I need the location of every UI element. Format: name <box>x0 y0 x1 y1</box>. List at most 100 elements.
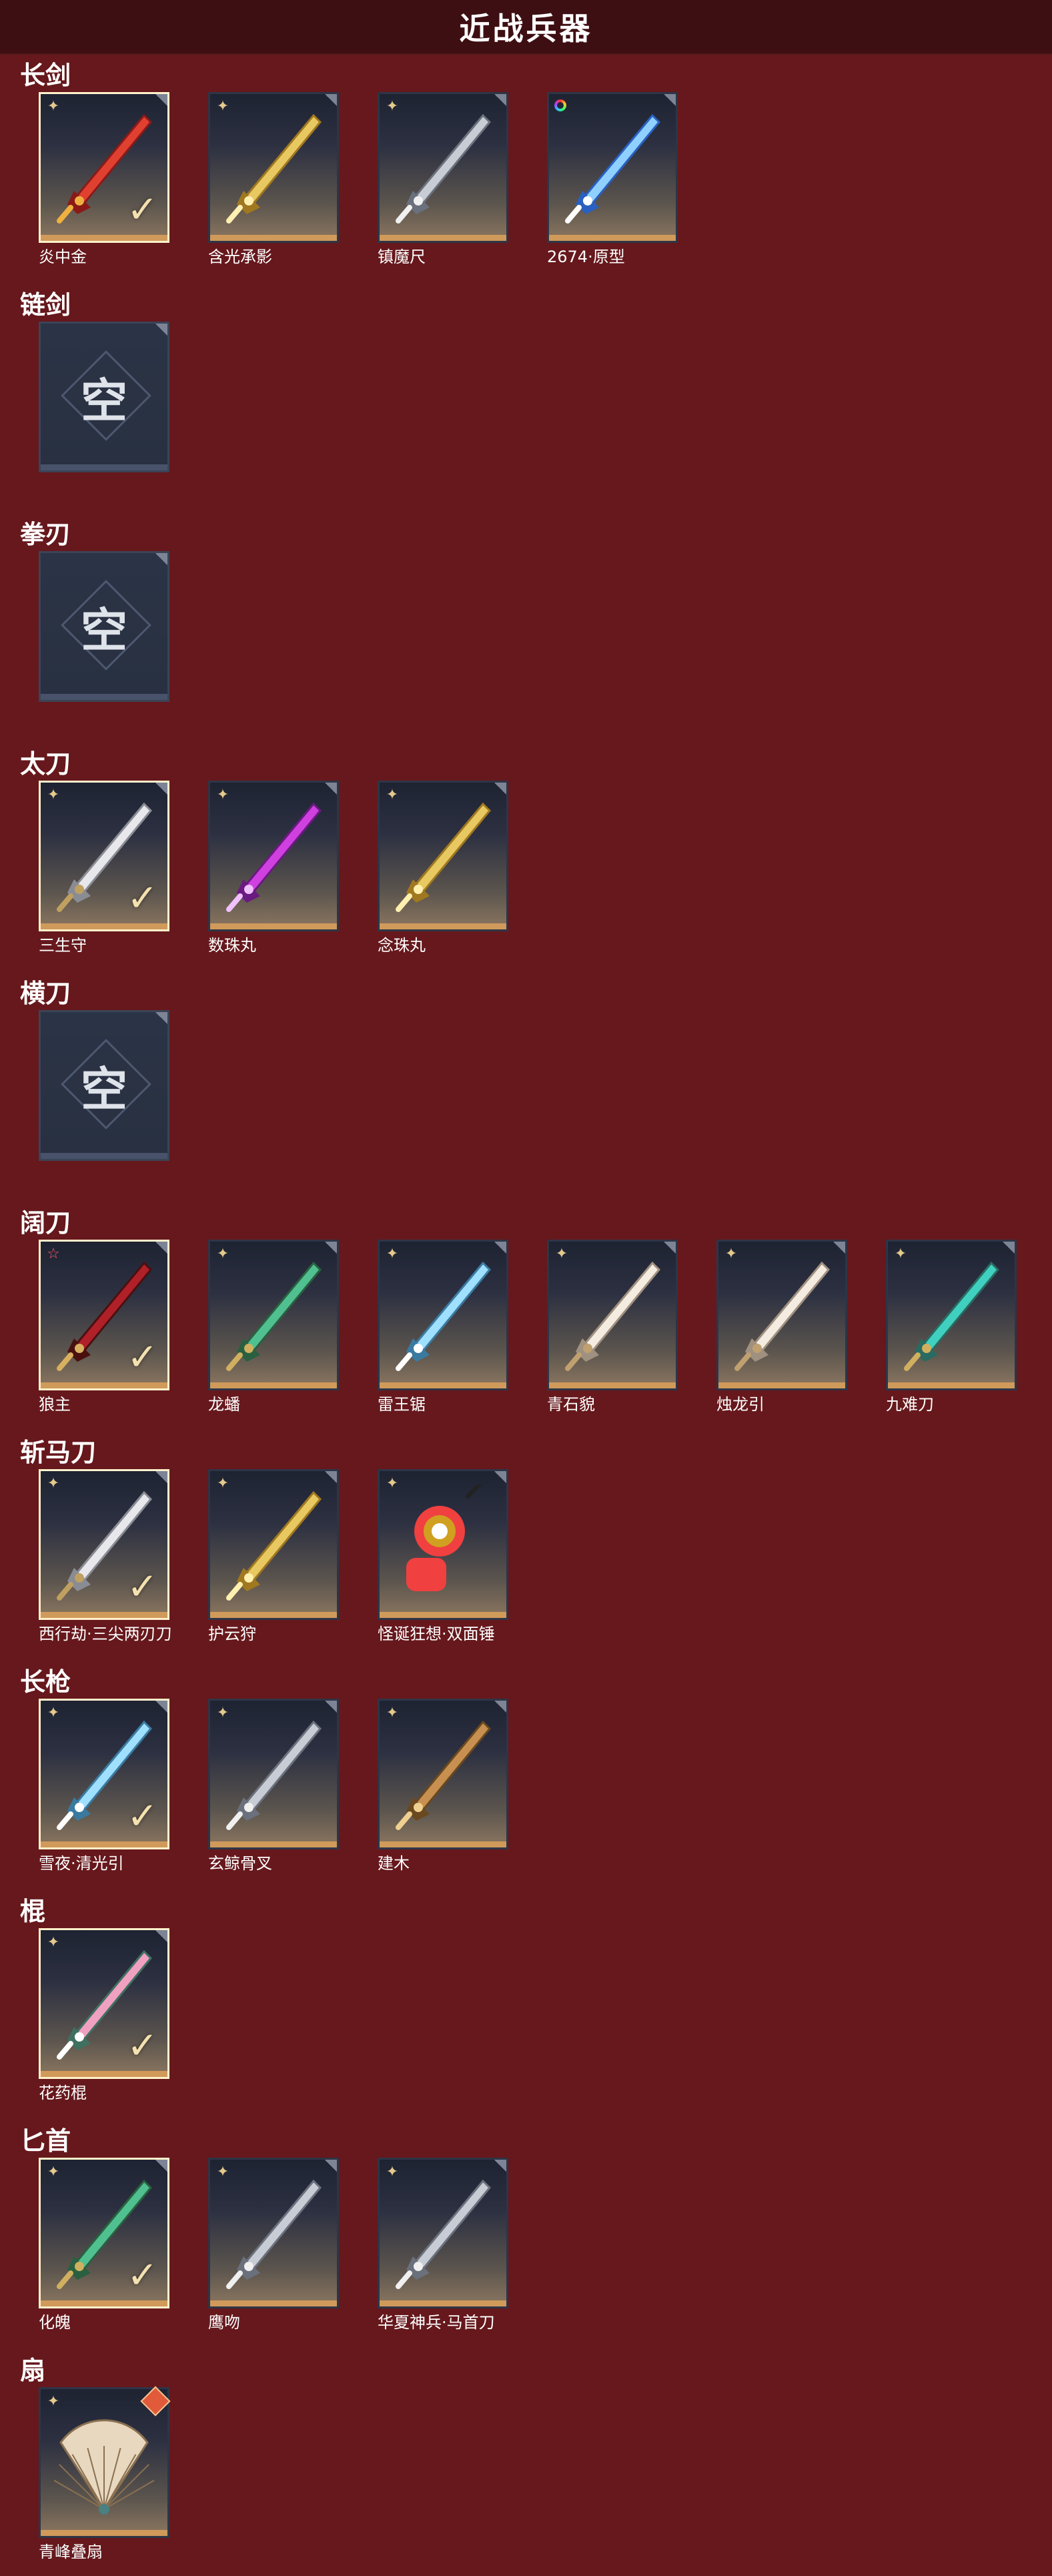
weapon-card[interactable]: ✦ <box>716 1240 847 1390</box>
category-title: 阔刀 <box>20 1208 71 1238</box>
card-bottom-bar <box>210 1612 337 1618</box>
weapon-card[interactable]: ✦ <box>39 2386 171 2538</box>
card-bottom-bar <box>210 1382 337 1388</box>
card-bottom-bar <box>380 235 506 241</box>
weapon-name: 镇魔尺 <box>378 248 426 266</box>
weapon-card[interactable]: ✦ <box>378 781 508 931</box>
page-header: 近战兵器 <box>0 0 1052 55</box>
weapon-card[interactable]: ✦ <box>208 92 339 243</box>
weapon-item[interactable]: 空 <box>39 1010 169 1161</box>
weapon-item[interactable]: ✦ 青峰叠扇 <box>39 2386 171 2561</box>
weapon-item[interactable]: ✦ 数珠丸 <box>208 781 339 955</box>
corner-fold-icon <box>325 94 337 106</box>
card-bottom-bar <box>41 923 167 929</box>
gold-star-icon: ✦ <box>216 1246 229 1262</box>
weapon-name: 含光承影 <box>208 248 272 266</box>
corner-fold-icon <box>325 1242 337 1254</box>
corner-fold-icon <box>155 1012 167 1024</box>
corner-fold-icon <box>155 1930 167 1942</box>
weapon-item[interactable]: 空 <box>39 322 169 472</box>
weapon-card[interactable]: ✦ ✓ <box>39 1469 169 1620</box>
weapon-card[interactable]: ✦ ✓ <box>39 781 169 931</box>
weapon-card[interactable]: ☆ ✓ <box>39 1240 169 1390</box>
corner-fold-icon <box>494 94 506 106</box>
weapon-item[interactable]: ✦ 念珠丸 <box>378 781 508 955</box>
weapon-card[interactable]: ✦ <box>378 1699 508 1849</box>
corner-fold-icon <box>155 783 167 795</box>
gold-star-icon: ✦ <box>47 1705 60 1721</box>
corner-fold-icon <box>494 1242 506 1254</box>
weapon-card[interactable]: ✦ ✓ <box>39 1928 169 2079</box>
gold-star-icon: ✦ <box>386 98 399 115</box>
gold-star-icon: ✦ <box>216 1475 229 1492</box>
weapon-item[interactable]: ✦ 建木 <box>378 1699 508 1873</box>
card-bottom-bar <box>380 1382 506 1388</box>
gold-star-icon: ✦ <box>724 1246 738 1262</box>
weapon-item[interactable]: ✦ 九难刀 <box>886 1240 1017 1414</box>
weapon-card[interactable]: ✦ <box>208 1240 339 1390</box>
card-bottom-bar <box>210 1841 337 1847</box>
weapon-image <box>226 802 322 912</box>
equipped-check-icon: ✓ <box>127 877 158 920</box>
gold-star-icon: ✦ <box>47 2393 60 2410</box>
weapon-card[interactable]: ✦ ✓ <box>39 2158 169 2308</box>
weapon-card[interactable]: ✦ ✓ <box>39 92 169 243</box>
weapon-card[interactable]: ✦ <box>378 1240 508 1390</box>
weapon-card[interactable]: ✦ <box>378 1469 508 1620</box>
weapon-image <box>396 1261 492 1371</box>
weapon-item[interactable]: ✦ 青石貌 <box>547 1240 678 1414</box>
weapon-card[interactable]: ✦ ✓ <box>39 1699 169 1849</box>
weapon-image <box>396 1720 492 1830</box>
weapon-card[interactable]: ✦ <box>208 2158 339 2308</box>
weapon-item[interactable]: ✦ 雷王锯 <box>378 1240 508 1414</box>
weapon-card[interactable] <box>547 92 678 243</box>
weapon-image <box>565 113 661 224</box>
weapon-card[interactable]: 空 <box>39 1010 169 1161</box>
weapon-card[interactable]: ✦ <box>378 2158 508 2308</box>
weapon-card[interactable]: ✦ <box>208 781 339 931</box>
weapon-card[interactable]: 空 <box>39 322 169 472</box>
weapon-card[interactable]: ✦ <box>378 92 508 243</box>
weapon-item[interactable]: ✦ ✓ 西行劫·三尖两刃刀 <box>39 1469 172 1643</box>
weapon-card[interactable]: ✦ <box>547 1240 678 1390</box>
weapon-item[interactable]: ✦ 鹰吻 <box>208 2158 339 2332</box>
card-bottom-bar <box>41 2300 167 2306</box>
corner-fold-icon <box>494 783 506 795</box>
corner-fold-icon <box>325 2160 337 2172</box>
weapon-item[interactable]: ✦ 烛龙引 <box>716 1240 847 1414</box>
weapon-item[interactable]: ✦ ✓ 雪夜·清光引 <box>39 1699 169 1873</box>
weapon-item[interactable]: ✦ 龙蟠 <box>208 1240 339 1414</box>
weapon-card[interactable]: ✦ <box>208 1699 339 1849</box>
weapon-name: 花药棍 <box>39 2084 87 2102</box>
category-title: 长剑 <box>20 61 71 90</box>
corner-fold-icon <box>664 94 676 106</box>
gold-star-icon: ✦ <box>386 787 399 803</box>
weapon-item[interactable]: ✦ 玄鲸骨叉 <box>208 1699 339 1873</box>
weapon-item[interactable]: ✦ 护云狩 <box>208 1469 339 1643</box>
weapon-item[interactable]: ✦ 含光承影 <box>208 92 339 266</box>
corner-fold-icon <box>494 1701 506 1713</box>
weapon-item[interactable]: ✦ 怪诞狂想·双面锤 <box>378 1469 508 1643</box>
weapon-image <box>226 113 322 224</box>
weapon-item[interactable]: ✦ ✓ 三生守 <box>39 781 169 955</box>
gold-star-icon: ✦ <box>47 2164 60 2180</box>
category-title: 棍 <box>20 1897 46 1926</box>
weapon-item[interactable]: ✦ ✓ 炎中金 <box>39 92 169 266</box>
weapon-card[interactable]: ✦ <box>208 1469 339 1620</box>
weapon-item[interactable]: 空 <box>39 551 169 702</box>
weapon-item[interactable]: 2674·原型 <box>547 92 678 266</box>
corner-fold-icon <box>155 1471 167 1483</box>
gold-star-icon: ✦ <box>216 787 229 803</box>
gold-star-icon: ✦ <box>216 2164 229 2180</box>
gold-star-icon: ✦ <box>47 787 60 803</box>
weapon-image <box>734 1261 831 1371</box>
weapon-image <box>226 1720 322 1830</box>
weapon-item[interactable]: ✦ ✓ 花药棍 <box>39 1928 169 2102</box>
weapon-item[interactable]: ✦ 华夏神兵·马首刀 <box>378 2158 508 2332</box>
weapon-card[interactable]: 空 <box>39 551 169 702</box>
weapon-name: 化魄 <box>39 2313 71 2332</box>
weapon-item[interactable]: ☆ ✓ 狼主 <box>39 1240 169 1414</box>
weapon-card[interactable]: ✦ <box>886 1240 1017 1390</box>
weapon-item[interactable]: ✦ ✓ 化魄 <box>39 2158 169 2332</box>
weapon-item[interactable]: ✦ 镇魔尺 <box>378 92 508 266</box>
